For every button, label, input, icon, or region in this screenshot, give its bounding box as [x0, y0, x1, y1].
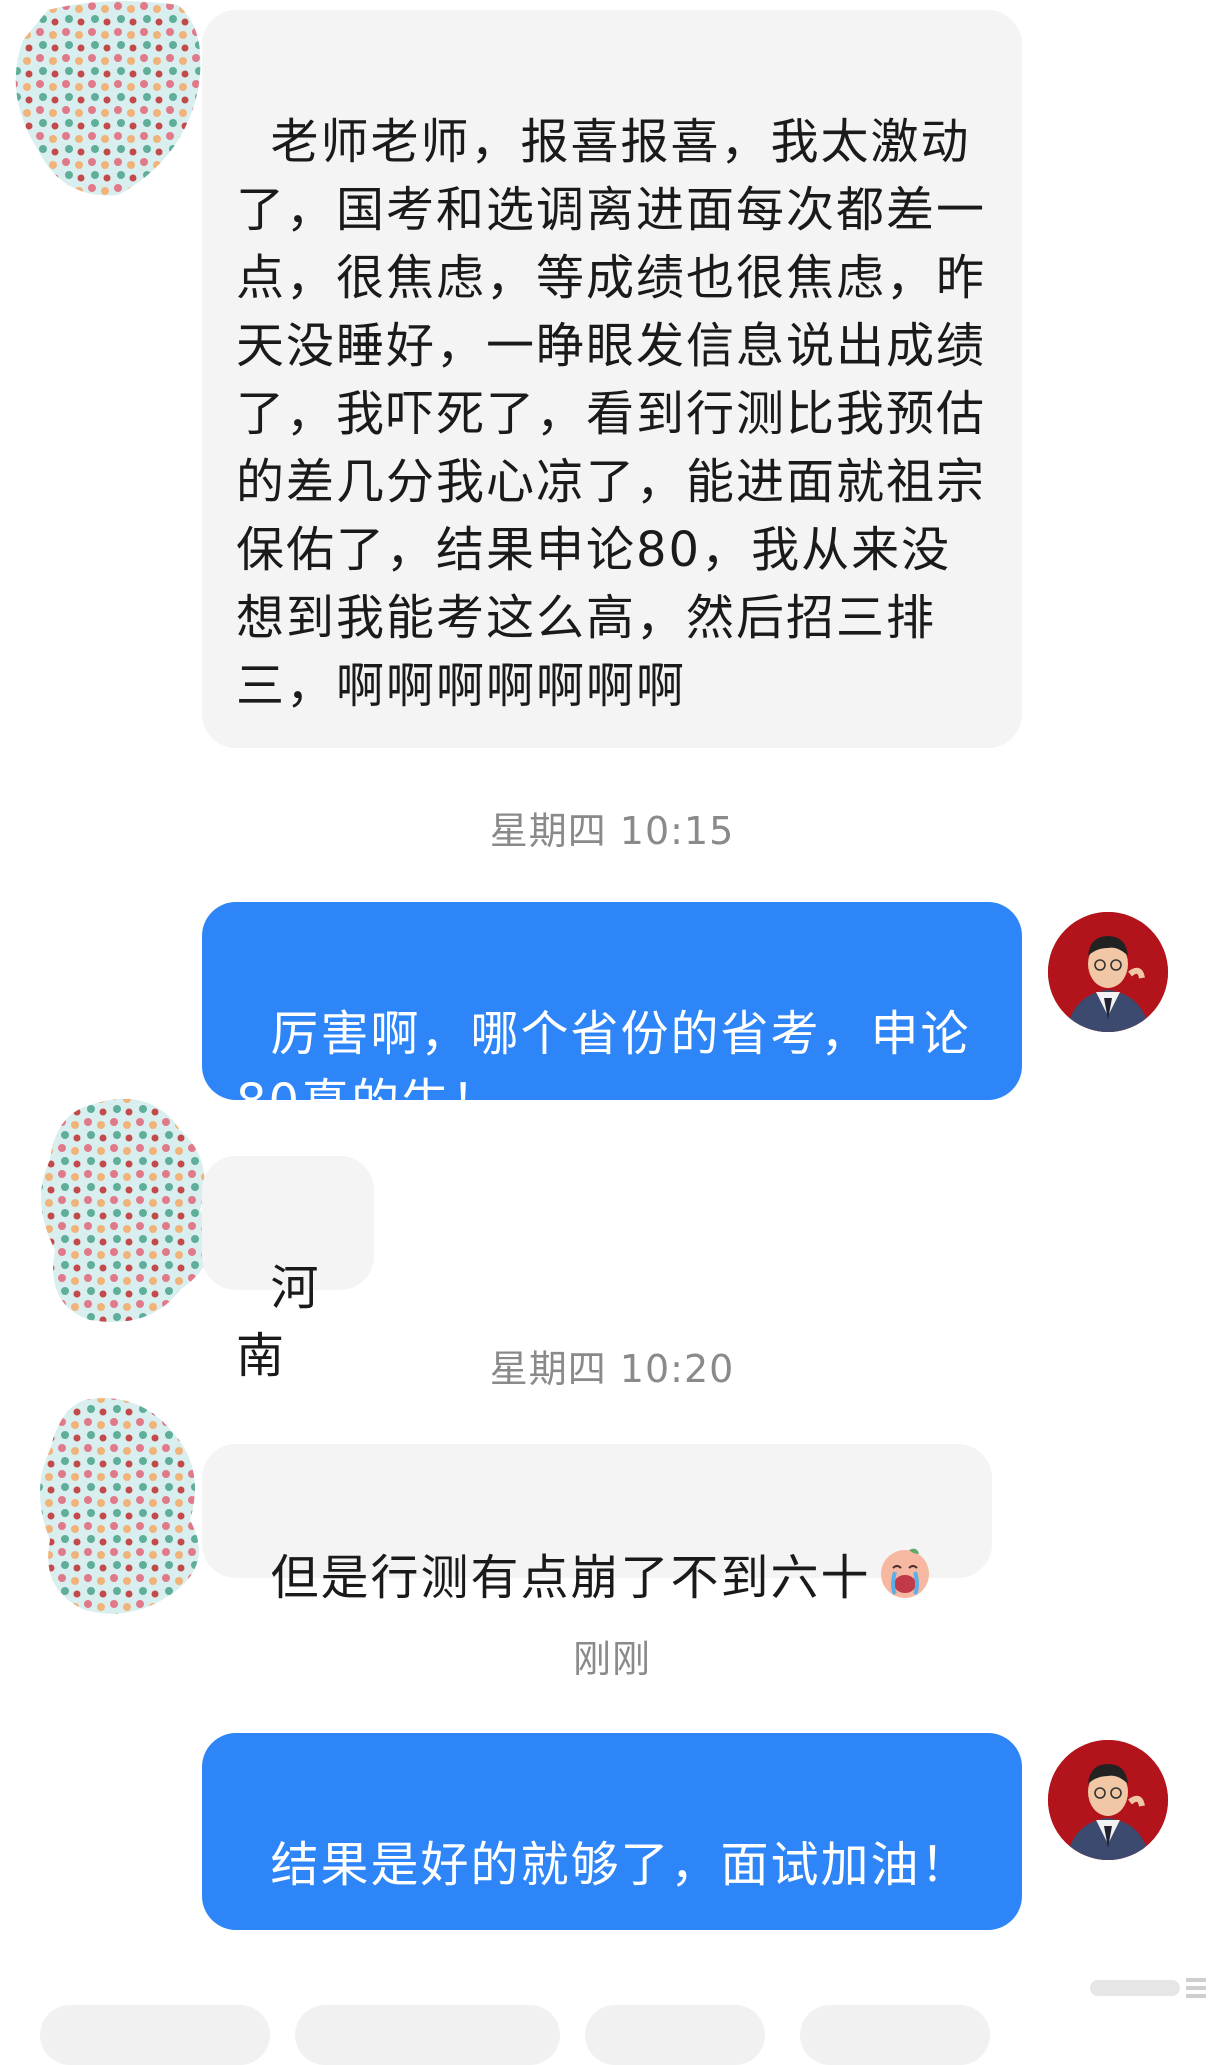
student-avatar[interactable] — [8, 0, 208, 200]
scroll-indicator-icon — [1090, 1978, 1206, 1998]
message-bubble-outgoing[interactable]: 结果是好的就够了，面试加油！ — [202, 1733, 1022, 1930]
message-bubble-incoming[interactable]: 但是行测有点崩了不到六十 — [202, 1444, 992, 1606]
student-avatar[interactable] — [30, 1090, 230, 1330]
quick-reply-chip[interactable] — [800, 2005, 990, 2065]
quick-reply-chip[interactable] — [40, 2005, 270, 2065]
timestamp: 星期四 10:20 — [489, 1347, 735, 1391]
timestamp: 星期四 10:15 — [489, 809, 735, 853]
teacher-photo-icon — [1048, 1740, 1168, 1860]
message-bubble-outgoing[interactable]: 厉害啊，哪个省份的省考，申论80真的牛！ — [202, 902, 1022, 1130]
message-text: 但是行测有点崩了不到六十 — [270, 1550, 871, 1606]
timestamp: 刚刚 — [572, 1637, 651, 1681]
crying-face-emoji-icon — [880, 1548, 929, 1598]
student-avatar[interactable] — [30, 1390, 210, 1620]
message-bubble-incoming[interactable]: 老师老师，报喜报喜，我太激动了，国考和选调离进面每次都差一点，很焦虑，等成绩也很… — [202, 10, 1022, 748]
teacher-avatar[interactable] — [1048, 912, 1168, 1032]
teacher-avatar[interactable] — [1048, 1740, 1168, 1860]
teacher-photo-icon — [1048, 912, 1168, 1032]
message-bubble-incoming[interactable]: 河南 — [202, 1156, 374, 1384]
quick-reply-chip[interactable] — [295, 2005, 560, 2065]
message-text: 老师老师，报喜报喜，我太激动了，国考和选调离进面每次都差一点，很焦虑，等成绩也很… — [236, 114, 987, 714]
message-text: 厉害啊，哪个省份的省考，申论80真的牛！ — [236, 1006, 971, 1130]
message-text: 结果是好的就够了，面试加油！ — [270, 1837, 971, 1893]
quick-reply-chip[interactable] — [585, 2005, 765, 2065]
